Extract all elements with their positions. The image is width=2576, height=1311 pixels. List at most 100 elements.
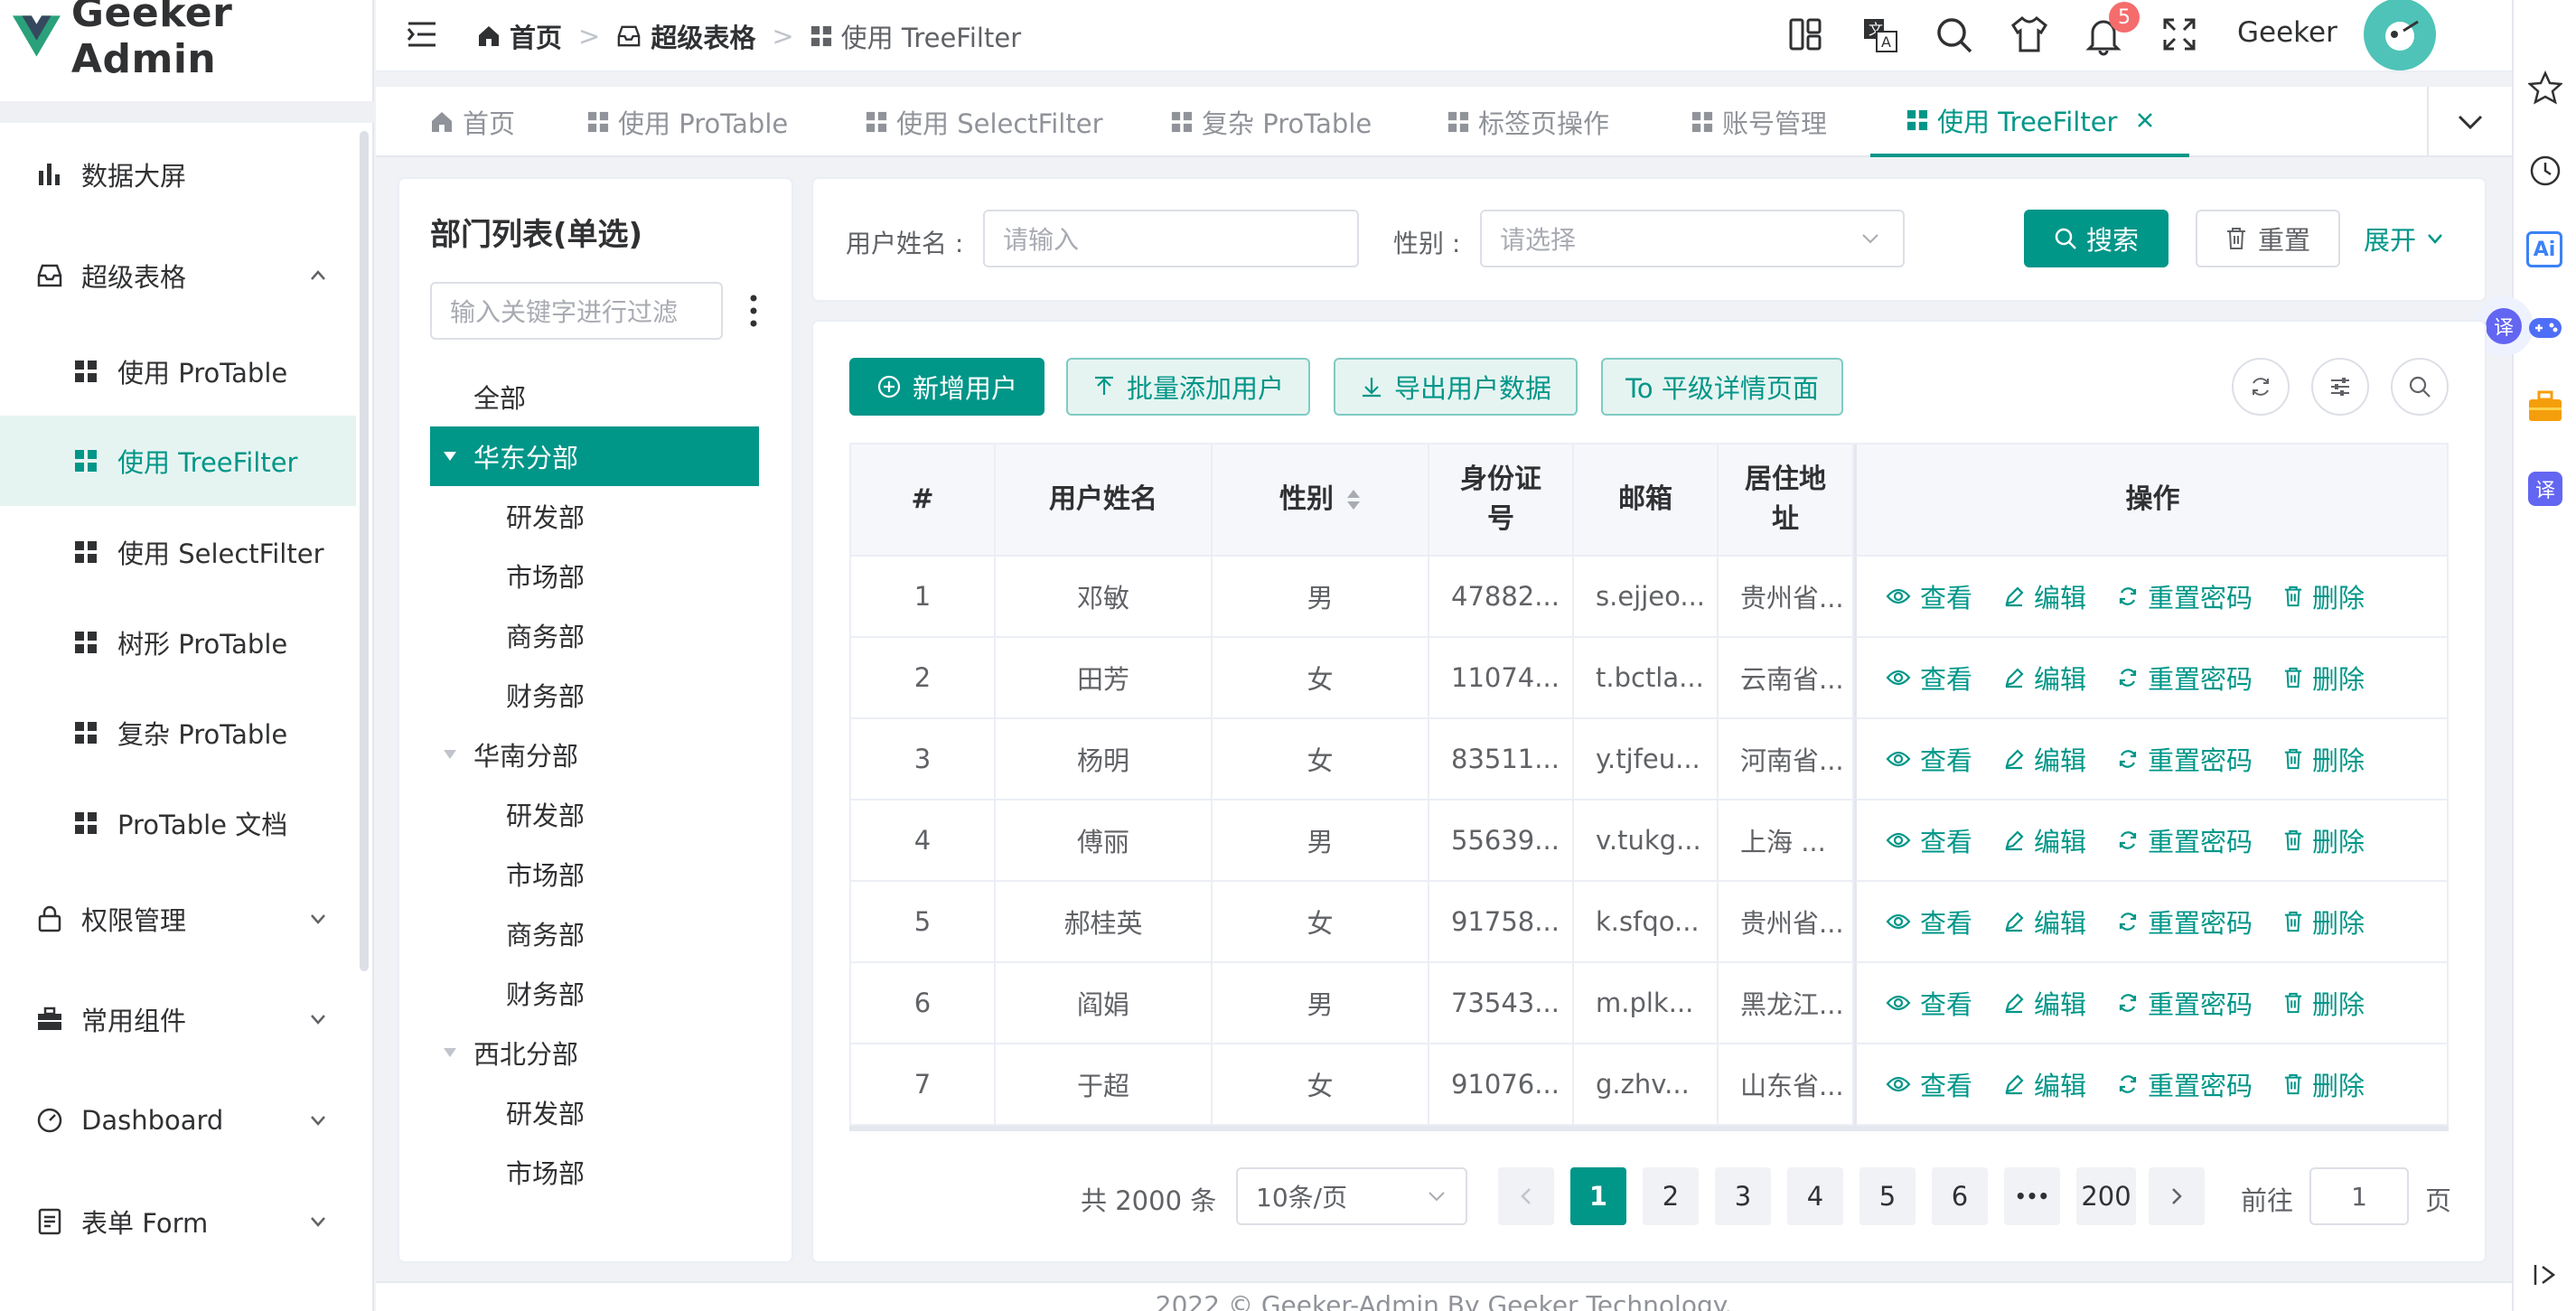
edit-button[interactable]: 编辑 [2003,577,2086,615]
history-icon[interactable] [2528,154,2562,188]
delete-button[interactable]: 删除 [2283,984,2365,1022]
tab-protable[interactable]: 使用 ProTable [587,87,788,157]
menu-fold-icon[interactable] [407,20,437,49]
page-button[interactable]: 5 [1859,1167,1916,1225]
table-scrollbar[interactable] [849,1126,2449,1131]
export-button[interactable]: 导出用户数据 [1334,358,1578,416]
page-button[interactable]: 200 [2076,1167,2136,1225]
more-pages-button[interactable]: ••• [2004,1167,2060,1225]
sidebar-item-form[interactable]: 表单 Form [0,1192,356,1251]
tree-node-leaf[interactable]: 财务部 [430,665,759,725]
sidebar-item-components[interactable]: 常用组件 [0,989,356,1049]
avatar[interactable] [2364,0,2436,70]
col-header-gender[interactable]: 性别 [1213,445,1429,557]
page-button[interactable]: 6 [1932,1167,1988,1225]
refresh-button[interactable] [2232,358,2290,416]
tab-treefilter[interactable]: 使用 TreeFilter [1870,87,2190,157]
reset-button[interactable]: 重置密码 [2117,984,2253,1022]
tree-node-leaf[interactable]: 研发部 [430,1082,759,1142]
batch-add-button[interactable]: 批量添加用户 [1066,358,1310,416]
delete-button[interactable]: 删除 [2283,577,2365,615]
sidebar-item-data-screen[interactable]: 数据大屏 [0,145,356,204]
name-input[interactable]: 请输入 [983,210,1359,267]
sidebar-item-dashboard[interactable]: Dashboard [0,1091,356,1150]
reset-button[interactable]: 重置密码 [2117,1065,2253,1103]
sidebar-item-treefilter[interactable]: 使用 TreeFilter [0,416,356,506]
tree-filter-input[interactable]: 输入关键字进行过滤 [430,282,723,340]
reset-button[interactable]: 重置密码 [2117,740,2253,778]
page-button[interactable]: 1 [1570,1167,1626,1225]
edit-button[interactable]: 编辑 [2003,984,2086,1022]
tree-node-east[interactable]: 华东分部 [430,426,759,486]
view-button[interactable]: 查看 [1886,1065,1972,1103]
tree-node-leaf[interactable]: 市场部 [430,1142,759,1202]
sidebar-scrollbar[interactable] [360,131,369,971]
collapse-sidebar-icon[interactable] [2532,1261,2559,1288]
sidebar-item-permission[interactable]: 权限管理 [0,889,356,949]
sidebar-item-protable-docs[interactable]: ProTable 文档 [0,793,356,853]
edit-button[interactable]: 编辑 [2003,903,2086,941]
logo[interactable]: Geeker Admin [0,0,374,82]
detail-page-button[interactable]: To 平级详情页面 [1601,358,1843,416]
sidebar-item-protable[interactable]: 使用 ProTable [0,342,356,401]
tab-tabs-ops[interactable]: 标签页操作 [1447,87,1609,157]
tabs-more-button[interactable] [2427,87,2512,157]
tree-node-south[interactable]: 华南分部 [430,725,759,784]
toolbox-icon[interactable] [2526,389,2564,425]
delete-button[interactable]: 删除 [2283,659,2365,697]
tree-node-all[interactable]: 全部 [430,367,759,426]
view-button[interactable]: 查看 [1886,659,1972,697]
gamepad-icon[interactable] [2526,313,2564,343]
reset-button[interactable]: 重置密码 [2117,903,2253,941]
breadcrumb-item[interactable]: 首页 [510,17,562,55]
sidebar-item-tree-protable[interactable]: 树形 ProTable [0,613,356,672]
tree-node-northwest[interactable]: 西北分部 [430,1023,759,1082]
add-user-button[interactable]: 新增用户 [849,358,1044,416]
theme-shirt-icon[interactable] [2009,14,2049,54]
close-icon[interactable] [2137,112,2153,128]
sidebar-item-selectfilter[interactable]: 使用 SelectFilter [0,522,356,582]
tree-node-leaf[interactable]: 商务部 [430,904,759,963]
view-button[interactable]: 查看 [1886,821,1972,859]
edit-button[interactable]: 编辑 [2003,659,2086,697]
star-icon[interactable] [2528,70,2562,105]
delete-button[interactable]: 删除 [2283,821,2365,859]
tree-node-leaf[interactable]: 研发部 [430,486,759,546]
edit-button[interactable]: 编辑 [2003,740,2086,778]
edit-button[interactable]: 编辑 [2003,821,2086,859]
column-settings-button[interactable] [2311,358,2369,416]
search-icon[interactable] [1935,16,1973,54]
translate-icon[interactable]: 文A [1861,16,1899,54]
tree-node-leaf[interactable]: 市场部 [430,546,759,605]
reset-button[interactable]: 重置密码 [2117,577,2253,615]
prev-page-button[interactable] [1498,1167,1554,1225]
page-size-select[interactable]: 10条/页 [1236,1167,1467,1225]
reset-button[interactable]: 重置密码 [2117,659,2253,697]
goto-input[interactable]: 1 [2309,1167,2409,1225]
sidebar-item-complex-protable[interactable]: 复杂 ProTable [0,703,356,763]
delete-button[interactable]: 删除 [2283,1065,2365,1103]
translate-app-icon[interactable]: 译 [2528,472,2562,506]
delete-button[interactable]: 删除 [2283,740,2365,778]
page-button[interactable]: 4 [1787,1167,1843,1225]
ai-icon[interactable]: Ai [2526,231,2562,267]
tree-node-leaf[interactable]: 商务部 [430,605,759,665]
fullscreen-icon[interactable] [2161,16,2197,52]
tab-account[interactable]: 账号管理 [1691,87,1827,157]
edit-button[interactable]: 编辑 [2003,1065,2086,1103]
gender-select[interactable]: 请选择 [1480,210,1905,267]
view-button[interactable]: 查看 [1886,903,1972,941]
reset-button[interactable]: 重置 [2196,210,2340,267]
toggle-search-button[interactable] [2391,358,2449,416]
view-button[interactable]: 查看 [1886,577,1972,615]
layout-icon[interactable] [1787,16,1823,52]
breadcrumb-item[interactable]: 超级表格 [651,17,755,55]
view-button[interactable]: 查看 [1886,984,1972,1022]
username[interactable]: Geeker [2237,16,2337,49]
tab-home[interactable]: 首页 [430,87,515,157]
page-button[interactable]: 3 [1715,1167,1771,1225]
tree-node-leaf[interactable]: 财务部 [430,963,759,1023]
sort-icon[interactable] [1346,488,1361,511]
next-page-button[interactable] [2149,1167,2205,1225]
tree-node-leaf[interactable]: 研发部 [430,784,759,844]
